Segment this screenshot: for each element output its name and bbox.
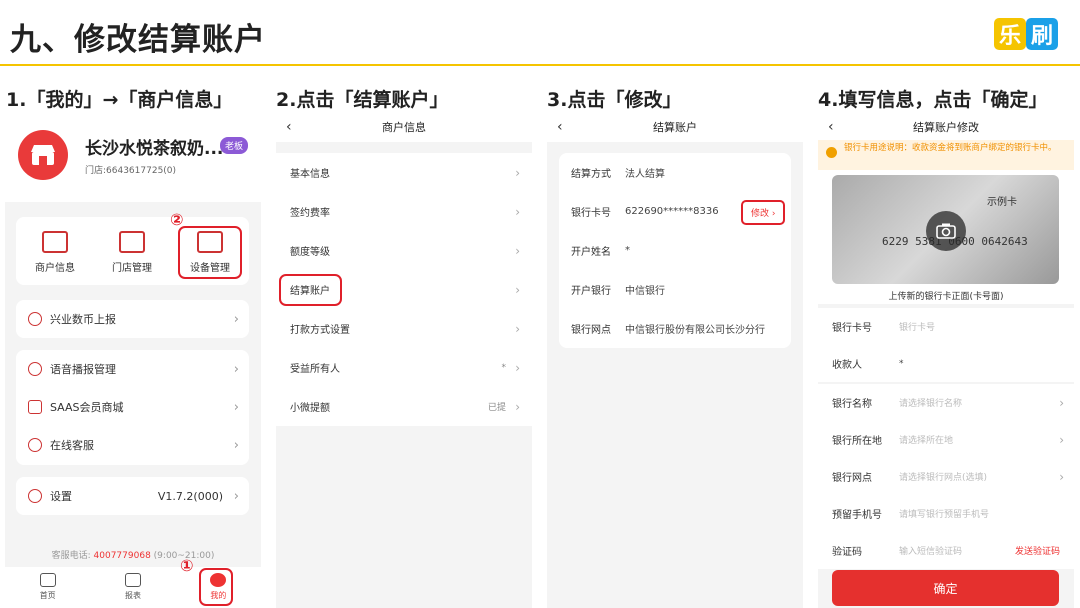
chevron-right-icon: › [515, 399, 520, 414]
field-bank-branch[interactable]: 银行网点 请选择银行网点(选填) › [818, 458, 1074, 495]
confirm-button[interactable]: 确定 [832, 570, 1059, 606]
send-code-button[interactable]: 发送验证码 [1015, 544, 1060, 557]
back-arrow-icon[interactable]: ‹ [557, 119, 563, 135]
usage-notice: 银行卡用途说明：收款资金将到账商户绑定的银行卡中。 [818, 140, 1074, 170]
chevron-right-icon: › [515, 282, 520, 297]
headset-icon [28, 438, 42, 452]
camera-icon[interactable] [926, 211, 966, 251]
tab-home[interactable]: 首页 [5, 567, 90, 608]
settings-icon [28, 489, 42, 503]
screen-settlement-account: ‹ 结算账户 结算方式 法人结算 银行卡号 622690******8336 开户姓名… [547, 112, 803, 608]
item-micro-quota[interactable]: 小微提额 已提 › [276, 387, 532, 426]
step-2-title: 2.点击「结算账户」 [276, 89, 449, 111]
back-arrow-icon[interactable]: ‹ [286, 119, 292, 135]
shop-icon [119, 231, 145, 253]
home-icon [39, 573, 56, 587]
field-bank-name[interactable]: 银行名称 请选择银行名称 › [818, 384, 1074, 421]
item-beneficial-owner[interactable]: 受益所有人 * › [276, 348, 532, 387]
bank-card-upload[interactable]: 示例卡 6229 5381 0600 0642643 [832, 175, 1059, 284]
row-bank: 开户银行 中信银行 [571, 286, 665, 297]
chevron-right-icon: › [515, 243, 520, 258]
menu-settings[interactable]: 设置 V1.7.2(000) › [16, 477, 249, 515]
hotline-number[interactable]: 4007779068 [94, 551, 151, 561]
chevron-right-icon: › [1059, 469, 1064, 484]
sample-card-label: 示例卡 [987, 197, 1017, 208]
back-arrow-icon[interactable]: ‹ [828, 119, 834, 135]
id-card-icon [42, 231, 68, 253]
field-bank-location[interactable]: 银行所在地 请选择所在地 › [818, 421, 1074, 458]
yuan-icon [28, 312, 42, 326]
nav-bar: ‹ 商户信息 [276, 112, 532, 142]
step-4-title: 4.填写信息，点击「确定」 [818, 89, 1048, 111]
role-badge: 老板 [220, 137, 249, 154]
row-branch: 银行网点 中信银行股份有限公司长沙分行 [571, 325, 765, 336]
account-details-card: 结算方式 法人结算 银行卡号 622690******8336 开户姓名 * 开户银行… [559, 153, 791, 348]
step-3-title: 3.点击「修改」 [547, 89, 682, 111]
logo-char-shua: 刷 [1026, 18, 1058, 50]
marker-1: ① [180, 556, 194, 575]
speaker-icon [28, 362, 42, 376]
menu-group-1: 兴业数币上报 › [16, 300, 249, 338]
menu-saas-mall[interactable]: SAAS会员商城 › [16, 388, 249, 426]
nav-title: 结算账户修改 [913, 121, 979, 134]
mall-icon [28, 400, 42, 414]
screen-merchant-info: ‹ 商户信息 基本信息 › 签约费率 › 额度等级 › 结算账户 › 打款方式设置 › 受益… [276, 112, 532, 608]
highlight-tab-mine [199, 568, 233, 606]
store-id: 门店:6643617725(0) [85, 166, 177, 176]
menu-group-3: 设置 V1.7.2(000) › [16, 477, 249, 515]
chevron-right-icon: › [515, 165, 520, 180]
merchant-header: 长沙水悦茶叙奶... 老板 门店:6643617725(0) [5, 112, 261, 202]
nav-bar: ‹ 结算账户 [547, 112, 803, 142]
info-icon [826, 147, 837, 158]
nav-title: 商户信息 [382, 121, 426, 134]
menu-voice-broadcast[interactable]: 语音播报管理 › [16, 350, 249, 388]
field-payee[interactable]: 收款人 * [818, 345, 1074, 382]
item-payout-method[interactable]: 打款方式设置 › [276, 309, 532, 348]
chevron-right-icon: › [233, 361, 239, 377]
grid-store-manage[interactable]: 门店管理 [97, 217, 167, 274]
screen-mine: 长沙水悦茶叙奶... 老板 门店:6643617725(0) 商户信息 门店管理… [5, 112, 261, 608]
chevron-right-icon: › [1059, 395, 1064, 410]
lexshua-logo: 乐 刷 [994, 18, 1058, 50]
chevron-right-icon: › [233, 437, 239, 453]
store-avatar[interactable] [18, 130, 68, 180]
upload-caption: 上传新的银行卡正面(卡号面) [888, 292, 1004, 302]
item-basic-info[interactable]: 基本信息 › [276, 153, 532, 192]
store-icon [31, 145, 55, 165]
chevron-right-icon: › [233, 488, 239, 504]
service-hotline: 客服电话: 4007779068 (9:00~21:00) [51, 551, 215, 561]
row-account-name: 开户姓名 * [571, 245, 630, 258]
marker-2: ② [170, 210, 184, 229]
edit-button[interactable]: 修改 › [741, 200, 786, 225]
screen-settlement-edit: ‹ 结算账户修改 银行卡用途说明：收款资金将到账商户绑定的银行卡中。 示例卡 62… [818, 112, 1074, 608]
chevron-right-icon: › [515, 204, 520, 219]
header-divider [0, 64, 1080, 66]
chevron-right-icon: › [1059, 432, 1064, 447]
row-settle-method: 结算方式 法人结算 [571, 169, 665, 180]
version-value: V1.7.2(000) [157, 489, 223, 503]
field-card-number[interactable]: 银行卡号 银行卡号 [818, 308, 1074, 345]
item-quota-level[interactable]: 额度等级 › [276, 231, 532, 270]
field-reserved-phone[interactable]: 预留手机号 请填写银行预留手机号 [818, 495, 1074, 532]
page-title: 九、修改结算账户 [10, 22, 266, 58]
logo-char-le: 乐 [994, 18, 1026, 50]
store-name: 长沙水悦茶叙奶... [85, 139, 224, 159]
menu-group-2: 语音播报管理 › SAAS会员商城 › 在线客服 › [16, 350, 249, 465]
nav-title: 结算账户 [653, 121, 697, 134]
report-icon [124, 573, 141, 587]
step-1-title: 1.「我的」→「商户信息」 [6, 89, 233, 111]
highlight-device-manage [178, 226, 242, 279]
chevron-right-icon: › [233, 311, 239, 327]
grid-merchant-info[interactable]: 商户信息 [20, 217, 90, 274]
tab-report[interactable]: 报表 [90, 567, 175, 608]
chevron-right-icon: › [233, 399, 239, 415]
chevron-right-icon: › [515, 360, 520, 375]
chevron-right-icon: › [515, 321, 520, 336]
menu-digital-currency[interactable]: 兴业数币上报 › [16, 300, 249, 338]
field-verify-code[interactable]: 验证码 输入短信验证码 发送验证码 [818, 532, 1074, 569]
item-contract-rate[interactable]: 签约费率 › [276, 192, 532, 231]
nav-bar: ‹ 结算账户修改 [818, 112, 1074, 142]
menu-online-service[interactable]: 在线客服 › [16, 426, 249, 464]
highlight-settlement-account [279, 274, 342, 306]
